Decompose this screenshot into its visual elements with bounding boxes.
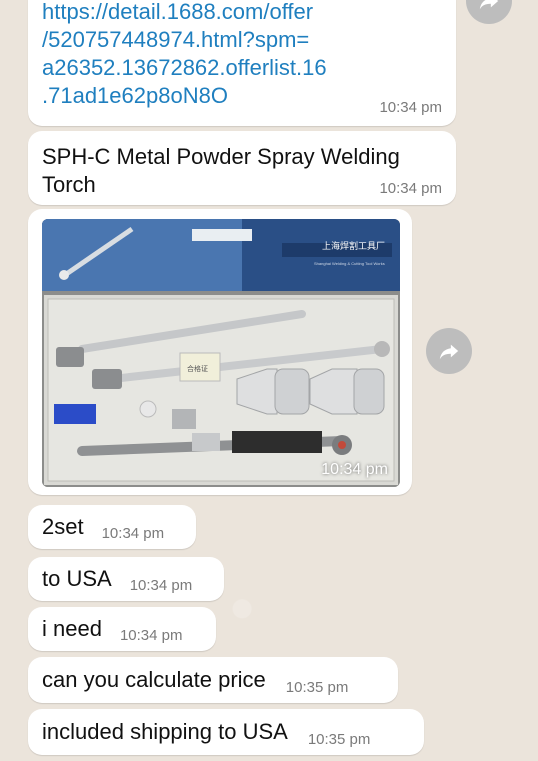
message-time: 10:35 pm — [285, 678, 349, 696]
link-line-2[interactable]: /520757448974.html?spm= — [42, 26, 442, 54]
message-link[interactable]: https://detail.1688.com/offer /520757448… — [28, 0, 456, 126]
message-time: 10:34 pm — [101, 524, 165, 542]
message-text-line-1: SPH-C Metal Powder Spray Welding — [42, 144, 400, 169]
message-included-shipping[interactable]: included shipping to USA 10:35 pm — [28, 709, 424, 755]
tag-label: 合格证 — [187, 364, 208, 373]
link-line-3[interactable]: a26352.13672862.offerlist.16 — [42, 54, 442, 82]
forward-photo-button[interactable] — [426, 328, 472, 374]
forward-arrow-icon — [479, 0, 499, 10]
forward-arrow-icon — [439, 344, 459, 360]
message-to-usa[interactable]: to USA 10:34 pm — [28, 557, 224, 601]
message-text: included shipping to USA — [42, 719, 288, 744]
message-text: to USA — [42, 566, 112, 591]
message-text: can you calculate price — [42, 667, 266, 692]
message-time: 10:34 pm — [379, 180, 442, 197]
box-brand-text: 上海焊割工具厂 — [322, 240, 385, 251]
message-text: i need — [42, 616, 102, 641]
message-time: 10:34 pm — [129, 576, 193, 594]
message-photo[interactable]: 上海焊割工具厂 Shanghai Welding & Cutting Tool … — [28, 209, 412, 495]
message-time: 10:34 pm — [379, 99, 442, 116]
message-i-need[interactable]: i need 10:34 pm — [28, 607, 216, 651]
link-line-1[interactable]: https://detail.1688.com/offer — [42, 0, 442, 26]
message-time: 10:34 pm — [119, 626, 183, 644]
message-product-name[interactable]: SPH-C Metal Powder Spray Welding Torch 1… — [28, 131, 456, 205]
message-text: 2set — [42, 514, 84, 539]
product-photo-image: 上海焊割工具厂 Shanghai Welding & Cutting Tool … — [42, 219, 400, 487]
message-calculate-price[interactable]: can you calculate price 10:35 pm — [28, 657, 398, 703]
photo-time: 10:34 pm — [321, 461, 388, 478]
box-subtext: Shanghai Welding & Cutting Tool Works — [314, 261, 385, 266]
message-2set[interactable]: 2set 10:34 pm — [28, 505, 196, 549]
message-time: 10:35 pm — [307, 730, 371, 748]
product-photo[interactable]: 上海焊割工具厂 Shanghai Welding & Cutting Tool … — [42, 219, 400, 487]
